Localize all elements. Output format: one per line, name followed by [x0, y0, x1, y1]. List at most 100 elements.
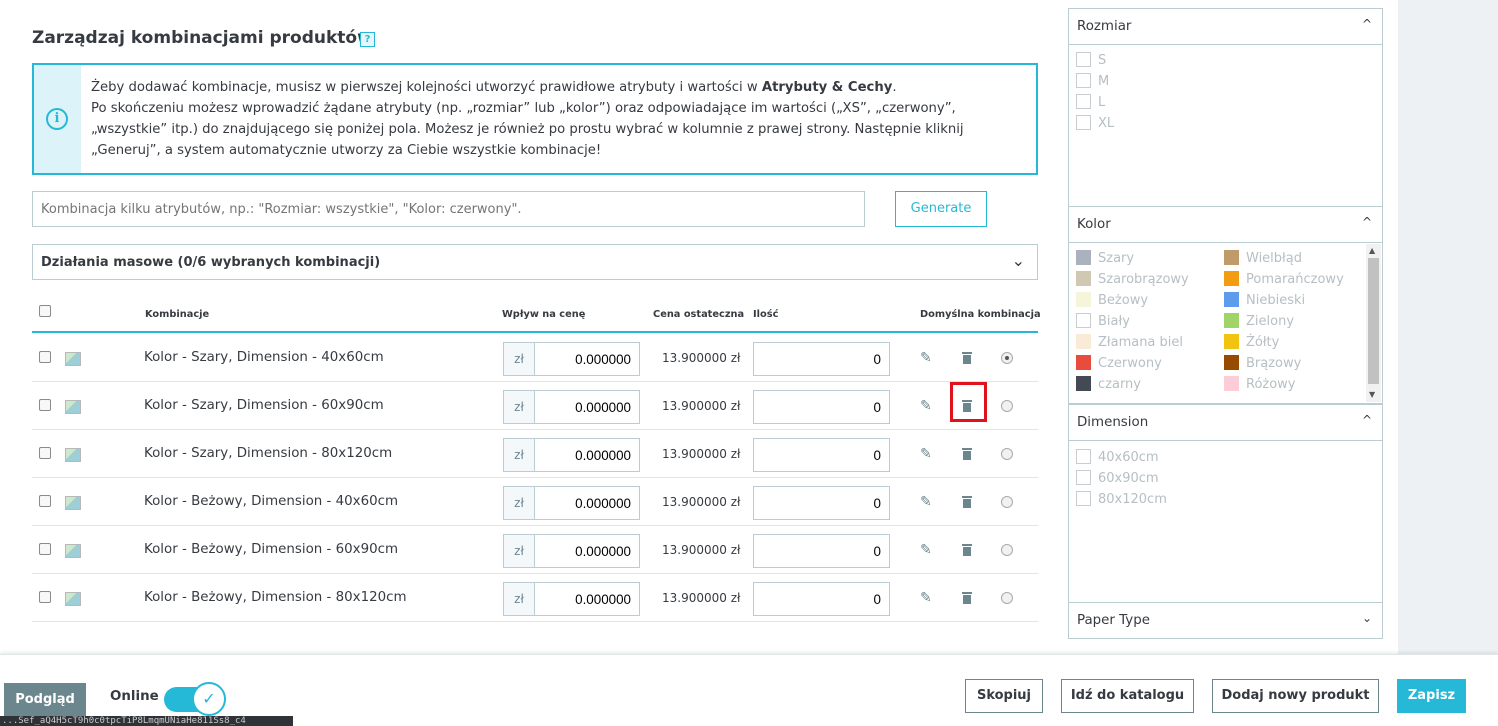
select-all-checkbox[interactable] — [39, 305, 51, 317]
currency-addon: zł — [503, 486, 535, 520]
pencil-icon[interactable]: ✎ — [920, 446, 932, 462]
final-price: 13.900000 zł — [662, 495, 741, 509]
color-label: Pomarańczowy — [1246, 272, 1344, 287]
option-checkbox[interactable] — [1076, 115, 1091, 130]
chevron-up-icon[interactable]: ^ — [1362, 215, 1372, 229]
currency-addon: zł — [503, 582, 535, 616]
quantity-input[interactable] — [753, 582, 890, 616]
pencil-icon[interactable]: ✎ — [920, 350, 932, 366]
price-impact-input[interactable] — [534, 438, 640, 472]
currency-addon: zł — [503, 342, 535, 376]
pencil-icon[interactable]: ✎ — [920, 398, 932, 414]
color-swatch[interactable] — [1224, 292, 1239, 307]
color-swatch[interactable] — [1076, 292, 1091, 307]
chevron-down-icon[interactable]: ⌄ — [1362, 611, 1372, 625]
rozmiar-panel-body: S M L XL — [1068, 45, 1383, 207]
color-swatch[interactable] — [1076, 250, 1091, 265]
color-swatch[interactable] — [1076, 376, 1091, 391]
catalog-button[interactable]: Idź do katalogu — [1061, 679, 1194, 713]
final-price: 13.900000 zł — [662, 399, 741, 413]
default-radio[interactable] — [1001, 448, 1013, 460]
option-checkbox[interactable] — [1076, 449, 1091, 464]
color-swatch[interactable] — [1224, 334, 1239, 349]
color-label: Brązowy — [1246, 356, 1302, 371]
default-radio[interactable] — [1001, 352, 1013, 364]
row-checkbox[interactable] — [39, 543, 51, 555]
trash-icon[interactable] — [961, 448, 975, 462]
quantity-input[interactable] — [753, 390, 890, 424]
quantity-input[interactable] — [753, 486, 890, 520]
rozmiar-panel-header[interactable]: Rozmiar ^ — [1068, 8, 1383, 45]
paper-title: Paper Type — [1077, 613, 1150, 628]
color-swatch[interactable] — [1076, 313, 1091, 328]
chevron-up-icon[interactable]: ^ — [1362, 17, 1372, 31]
chevron-up-icon[interactable]: ^ — [1362, 413, 1372, 427]
option-checkbox[interactable] — [1076, 94, 1091, 109]
combination-name: Kolor - Szary, Dimension - 80x120cm — [144, 446, 393, 461]
default-radio[interactable] — [1001, 592, 1013, 604]
scroll-up-icon[interactable]: ▲ — [1369, 246, 1375, 255]
combination-input[interactable] — [32, 191, 865, 227]
paper-panel-header[interactable]: Paper Type ⌄ — [1068, 602, 1383, 639]
attributes-link[interactable]: Atrybuty & Cechy — [762, 80, 892, 95]
image-icon — [65, 448, 81, 462]
currency-addon: zł — [503, 438, 535, 472]
image-icon — [65, 496, 81, 510]
color-swatch[interactable] — [1076, 271, 1091, 286]
default-radio[interactable] — [1001, 496, 1013, 508]
chevron-down-icon[interactable]: ⌄ — [1012, 251, 1025, 270]
pencil-icon[interactable]: ✎ — [920, 494, 932, 510]
help-icon[interactable]: ? — [360, 32, 375, 47]
combination-name: Kolor - Szary, Dimension - 40x60cm — [144, 350, 384, 365]
quantity-input[interactable] — [753, 342, 890, 376]
scroll-thumb[interactable] — [1368, 258, 1379, 384]
default-radio[interactable] — [1001, 544, 1013, 556]
option-checkbox[interactable] — [1076, 470, 1091, 485]
trash-icon[interactable] — [961, 544, 975, 558]
pencil-icon[interactable]: ✎ — [920, 590, 932, 606]
trash-icon[interactable] — [961, 352, 975, 366]
trash-icon[interactable] — [961, 592, 975, 606]
price-impact-input[interactable] — [534, 534, 640, 568]
row-checkbox[interactable] — [39, 351, 51, 363]
row-checkbox[interactable] — [39, 447, 51, 459]
save-button[interactable]: Zapisz — [1397, 679, 1466, 713]
color-swatch[interactable] — [1076, 355, 1091, 370]
pencil-icon[interactable]: ✎ — [920, 542, 932, 558]
delete-highlight — [950, 382, 987, 422]
preview-button[interactable]: Podgląd — [4, 683, 86, 717]
combination-name: Kolor - Szary, Dimension - 60x90cm — [144, 398, 384, 413]
scroll-down-icon[interactable]: ▼ — [1369, 390, 1375, 399]
row-checkbox[interactable] — [39, 495, 51, 507]
bulk-actions[interactable]: Działania masowe (0/6 wybranych kombinac… — [32, 244, 1038, 280]
color-swatch[interactable] — [1224, 355, 1239, 370]
row-checkbox[interactable] — [39, 591, 51, 603]
price-impact-input[interactable] — [534, 582, 640, 616]
duplicate-button[interactable]: Skopiuj — [965, 679, 1043, 713]
option-checkbox[interactable] — [1076, 52, 1091, 67]
kolor-scrollbar[interactable]: ▲ ▼ — [1366, 244, 1381, 402]
color-swatch[interactable] — [1224, 313, 1239, 328]
option-checkbox[interactable] — [1076, 491, 1091, 506]
image-icon — [65, 352, 81, 366]
price-impact-input[interactable] — [534, 390, 640, 424]
color-swatch[interactable] — [1224, 250, 1239, 265]
quantity-input[interactable] — [753, 534, 890, 568]
row-checkbox[interactable] — [39, 399, 51, 411]
color-swatch[interactable] — [1224, 271, 1239, 286]
price-impact-input[interactable] — [534, 342, 640, 376]
trash-icon[interactable] — [961, 496, 975, 510]
add-new-product-button[interactable]: Dodaj nowy produkt — [1212, 679, 1379, 713]
generate-button[interactable]: Generate — [895, 191, 987, 227]
color-swatch[interactable] — [1224, 376, 1239, 391]
color-swatch[interactable] — [1076, 334, 1091, 349]
quantity-input[interactable] — [753, 438, 890, 472]
option-checkbox[interactable] — [1076, 73, 1091, 88]
final-price: 13.900000 zł — [662, 591, 741, 605]
default-radio[interactable] — [1001, 400, 1013, 412]
online-toggle[interactable]: ✓ — [164, 681, 227, 717]
dimension-panel-header[interactable]: Dimension ^ — [1068, 404, 1383, 441]
table-header: Kombinacje Wpływ na cenę Cena ostateczna… — [32, 295, 1041, 333]
kolor-panel-header[interactable]: Kolor ^ — [1068, 206, 1383, 243]
price-impact-input[interactable] — [534, 486, 640, 520]
